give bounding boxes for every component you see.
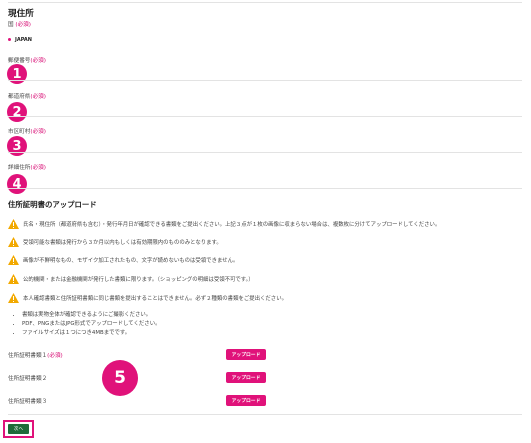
warning-row: 画像が不鮮明なもの、モザイク加工されたもの、文字が読めないものは受領できません。: [8, 255, 238, 265]
warning-row: 公的機関・または金融機関が発行した書類に限ります。（ショッピングの明細は受領不可…: [8, 274, 254, 284]
required-mark: (必須): [30, 58, 46, 64]
required-mark: (必須): [47, 353, 63, 359]
warning-text: 画像が不鮮明なもの、モザイク加工されたもの、文字が読めないものは受領できません。: [23, 258, 239, 264]
city-field[interactable]: [8, 152, 522, 153]
country-value: JAPAN: [15, 37, 32, 43]
section-title: 現住所: [8, 9, 34, 19]
required-mark: (必須): [30, 129, 46, 135]
postal-code-label: 郵便番号(必須): [8, 56, 46, 64]
warning-text: 本人確認書類と住所証明書類に同じ書類を提出することはできません。必ず２種類の書類…: [23, 296, 287, 302]
city-label-text: 市区町村: [8, 129, 31, 135]
required-mark: (必須): [15, 22, 31, 28]
upload-section-title: 住所証明書のアップロード: [8, 200, 97, 209]
file-1-label: 住所証明書類１(必須): [8, 351, 63, 359]
warning-icon: [8, 219, 19, 229]
address-detail-label-text: 詳細住所: [8, 165, 31, 171]
prefecture-field[interactable]: [8, 116, 522, 117]
postal-code-field[interactable]: [8, 80, 522, 81]
radio-dot-icon: [8, 38, 11, 41]
country-label-text: 国: [8, 22, 14, 28]
warning-icon: [8, 255, 19, 265]
warning-icon: [8, 237, 19, 247]
address-detail-label: 詳細住所(必須): [8, 163, 46, 171]
warning-text: 公的機関・または金融機関が発行した書類に限ります。（ショッピングの明細は受領不可…: [23, 277, 254, 283]
file-3-label: 住所証明書類３: [8, 399, 48, 405]
upload-button-2[interactable]: アップロード: [226, 372, 266, 383]
upload-button-1[interactable]: アップロード: [226, 349, 266, 360]
file-1-label-text: 住所証明書類１: [8, 353, 48, 359]
warning-row: 受領可能な書類は発行から３か月以内もしくは有効期限内のもののみとなります。: [8, 237, 222, 247]
note-item: PDF、PNGまたはJPG形式でアップロードしてください。: [22, 320, 160, 329]
warning-row: 本人確認書類と住所証明書類に同じ書類を提出することはできません。必ず２種類の書類…: [8, 293, 287, 303]
top-divider: [8, 2, 522, 3]
country-label: 国 (必須): [8, 20, 31, 28]
marker-3: 3: [7, 136, 27, 156]
warning-text: 氏名・現住所（都道府県も含む）・発行年月日が確認できる書類をご提出ください。上記…: [23, 222, 441, 228]
file-2-label: 住所証明書類２: [8, 376, 48, 382]
bottom-divider: [8, 414, 522, 415]
note-item: ファイルサイズは１つにつき4MBまでです。: [22, 329, 160, 338]
next-button[interactable]: 次へ: [8, 424, 29, 434]
postal-code-label-text: 郵便番号: [8, 58, 31, 64]
prefecture-label-text: 都道府県: [8, 94, 31, 100]
marker-5: 5: [102, 360, 138, 396]
address-detail-field[interactable]: [8, 188, 522, 189]
marker-4: 4: [7, 174, 27, 194]
city-label: 市区町村(必須): [8, 127, 46, 135]
upload-notes: 書類は実物全体が確認できるようにご撮影ください。 PDF、PNGまたはJPG形式…: [12, 311, 160, 338]
warning-icon: [8, 274, 19, 284]
prefecture-label: 都道府県(必須): [8, 92, 46, 100]
required-mark: (必須): [30, 94, 46, 100]
warning-row: 氏名・現住所（都道府県も含む）・発行年月日が確認できる書類をご提出ください。上記…: [8, 219, 440, 229]
marker-2: 2: [7, 102, 27, 122]
note-item: 書類は実物全体が確認できるようにご撮影ください。: [22, 311, 160, 320]
warning-text: 受領可能な書類は発行から３か月以内もしくは有効期限内のもののみとなります。: [23, 240, 222, 246]
upload-button-3[interactable]: アップロード: [226, 395, 266, 406]
required-mark: (必須): [30, 165, 46, 171]
next-button-highlight: 次へ: [3, 420, 34, 438]
country-select[interactable]: JAPAN: [8, 37, 32, 43]
warning-icon: [8, 293, 19, 303]
marker-1: 1: [7, 64, 27, 84]
